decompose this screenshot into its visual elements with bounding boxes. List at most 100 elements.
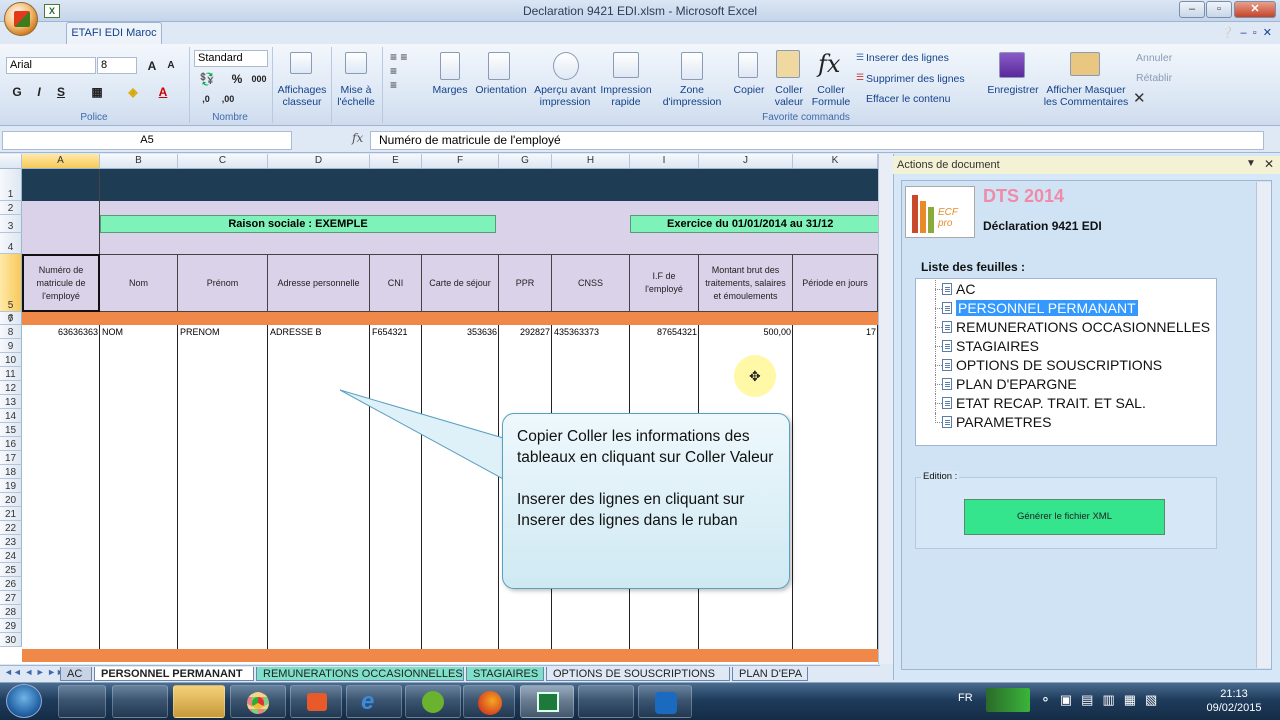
firefox-icon[interactable] (463, 685, 515, 718)
table-cell[interactable]: ADRESSE B (268, 325, 370, 339)
copier-button[interactable]: Copier (730, 84, 768, 96)
tab-scroll-icons[interactable]: ◄◄ ◄ ► ►► (4, 667, 65, 677)
row-header[interactable]: 5 (0, 254, 22, 312)
row-header[interactable]: 27 (0, 591, 22, 605)
row-header[interactable]: 9 (0, 339, 22, 353)
formula-icon[interactable]: fx (818, 50, 844, 80)
table-cell[interactable]: PRENOM (178, 325, 268, 339)
enregistrer-button[interactable]: Enregistrer (984, 84, 1042, 96)
table-cell[interactable]: 353636 (422, 325, 499, 339)
sheet-tab[interactable]: PERSONNEL PERMANANT (94, 667, 254, 681)
name-box[interactable]: A5 (2, 131, 292, 150)
formula-input[interactable]: Numéro de matricule de l'employé (370, 131, 1264, 150)
media-icon[interactable] (290, 685, 342, 718)
table-cell[interactable]: 17 (793, 325, 878, 339)
column-header[interactable]: K (793, 154, 878, 169)
pane-close-icon[interactable]: ✕ (1264, 157, 1274, 171)
sheet-list[interactable]: AC PERSONNEL PERMANANT REMUNERATIONS OCCAS… (915, 278, 1217, 446)
row-header[interactable]: 20 (0, 493, 22, 507)
column-header[interactable]: I (630, 154, 699, 169)
row-header[interactable]: 19 (0, 479, 22, 493)
increase-decimal-icon[interactable]: ,0 (196, 90, 216, 108)
column-header[interactable]: G (499, 154, 552, 169)
paste-value-icon[interactable] (776, 50, 800, 78)
table-cell[interactable]: 500,00 (699, 325, 793, 339)
close-x-icon[interactable]: ✕ (1133, 89, 1147, 107)
percent-button[interactable]: % (228, 70, 246, 88)
comments-icon[interactable] (1070, 52, 1100, 76)
row-header[interactable]: 16 (0, 437, 22, 451)
supprimer-lignes-button[interactable]: Supprimer des lignes (866, 73, 978, 85)
apercu-button[interactable]: Aperçu avant impression (532, 84, 598, 108)
effacer-contenu-button[interactable]: Effacer le contenu (866, 93, 978, 105)
copy-icon[interactable] (738, 52, 758, 78)
row-header[interactable]: 15 (0, 423, 22, 437)
start-button[interactable] (6, 684, 42, 718)
affichages-classeur-button[interactable]: Affichages classeur (274, 84, 330, 108)
table-cell[interactable]: NOM (100, 325, 178, 339)
coller-valeur-button[interactable]: Coller valeur (770, 84, 808, 108)
orientation-button[interactable]: Orientation (472, 84, 530, 96)
row-header[interactable]: 14 (0, 409, 22, 423)
grow-font-icon[interactable]: A (143, 57, 161, 75)
sheet-tab[interactable]: OPTIONS DE SOUSCRIPTIONS (546, 667, 730, 681)
number-format-select[interactable]: Standard (194, 50, 268, 67)
row-header[interactable]: 17 (0, 451, 22, 465)
row-header[interactable]: 23 (0, 535, 22, 549)
table-cell[interactable]: 87654321 (630, 325, 699, 339)
row-header[interactable]: 21 (0, 507, 22, 521)
tray-icons[interactable]: ⚬▣▤▥▦▧ (1040, 692, 1166, 708)
scale-icon[interactable] (345, 52, 367, 74)
impression-rapide-button[interactable]: Impression rapide (598, 84, 654, 108)
font-color-icon[interactable]: A (154, 83, 172, 101)
mise-echelle-button[interactable]: Mise à l'échelle (333, 84, 379, 108)
row-header[interactable]: 4 (0, 233, 22, 254)
underline-button[interactable]: S (52, 83, 70, 101)
sheet-list-item[interactable]: PLAN D'EPARGNE (916, 375, 1216, 394)
row-header[interactable]: 8 (0, 325, 22, 339)
currency-icon[interactable]: 💱 (196, 70, 218, 88)
row-header[interactable]: 13 (0, 395, 22, 409)
column-header[interactable]: A (22, 154, 100, 169)
insert-function-icon[interactable]: fx (352, 131, 368, 145)
column-header[interactable]: F (422, 154, 499, 169)
quick-print-icon[interactable] (613, 52, 639, 78)
row-header[interactable]: 29 (0, 619, 22, 633)
marges-button[interactable]: Marges (430, 84, 470, 96)
task-icon-2[interactable] (112, 685, 168, 718)
font-name-select[interactable]: Arial (6, 57, 96, 74)
coller-formule-button[interactable]: Coller Formule (808, 84, 854, 108)
row-header[interactable]: 18 (0, 465, 22, 479)
delete-rows-icon[interactable]: ☰ (856, 72, 866, 82)
column-header[interactable]: B (100, 154, 178, 169)
row-header[interactable]: 26 (0, 577, 22, 591)
row-header[interactable]: 25 (0, 563, 22, 577)
row-header[interactable]: 2 (0, 201, 22, 215)
table-cell[interactable]: F654321 (370, 325, 422, 339)
sheet-list-item[interactable]: PARAMETRES (916, 413, 1216, 432)
thousands-button[interactable]: 000 (248, 70, 270, 88)
font-size-select[interactable]: 8 (97, 57, 137, 74)
column-header[interactable]: H (552, 154, 630, 169)
table-cell[interactable]: 292827 (499, 325, 552, 339)
close-button[interactable]: ✕ (1234, 1, 1276, 18)
utorrent-icon[interactable] (405, 685, 461, 718)
task-icon-app[interactable] (578, 685, 634, 718)
zone-impression-button[interactable]: Zone d'impression (656, 84, 728, 108)
language-indicator[interactable]: FR (958, 692, 973, 704)
sheet-list-item[interactable]: REMUNERATIONS OCCASIONNELLES (916, 318, 1216, 337)
sheet-list-item[interactable]: STAGIAIRES (916, 337, 1216, 356)
row-header[interactable]: 24 (0, 549, 22, 563)
italic-button[interactable]: I (30, 83, 48, 101)
sheet-tab[interactable]: REMUNERATIONS OCCASIONNELLES (256, 667, 464, 681)
row-header[interactable]: 1 (0, 169, 22, 201)
teamviewer-icon[interactable] (638, 685, 692, 718)
help-icon[interactable]: ❔ – ▫ ✕ (1221, 26, 1272, 39)
sheet-tab[interactable]: AC (60, 667, 92, 681)
sheet-list-item[interactable]: PERSONNEL PERMANANT (916, 299, 1216, 318)
row-header[interactable]: 22 (0, 521, 22, 535)
fill-color-icon[interactable]: ◈ (124, 83, 142, 101)
alignment-icons[interactable]: ≡ ≡ ≡ ≡ (390, 50, 434, 108)
restore-button[interactable]: ▫ (1206, 1, 1232, 18)
afficher-masquer-button[interactable]: Afficher Masquer les Commentaires (1042, 84, 1130, 108)
